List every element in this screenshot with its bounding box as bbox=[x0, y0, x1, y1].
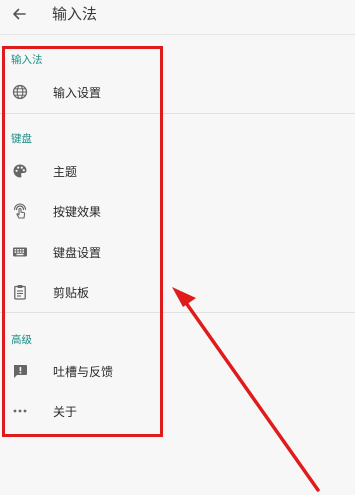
annotation-arrow bbox=[172, 287, 320, 492]
